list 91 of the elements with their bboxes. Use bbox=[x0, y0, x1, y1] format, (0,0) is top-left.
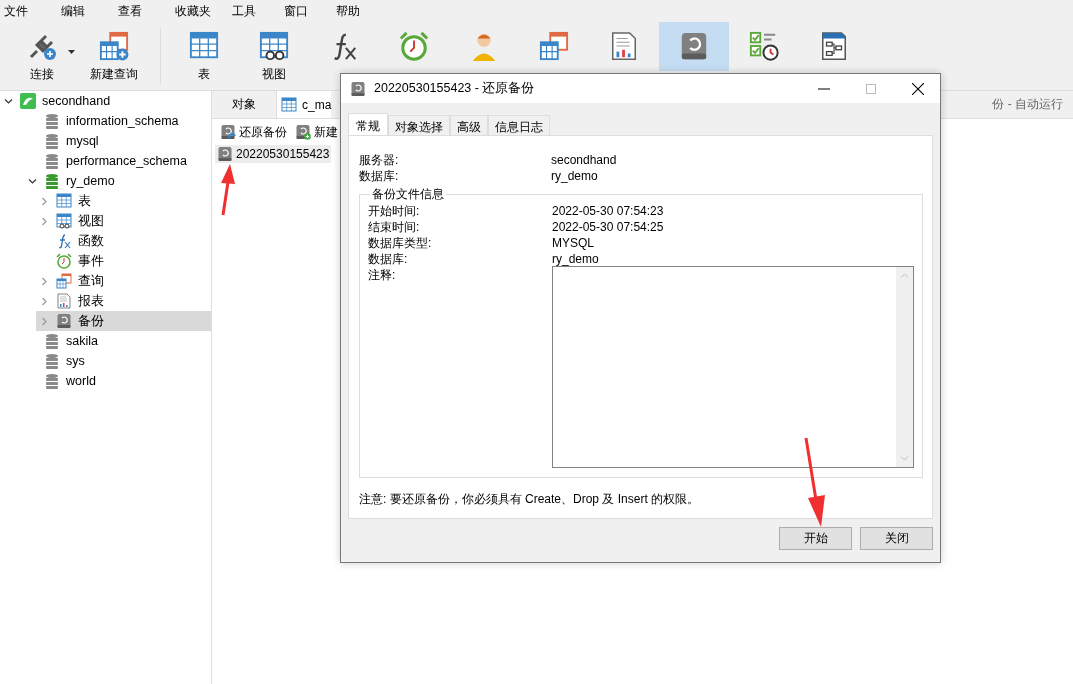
menu-item[interactable]: 窗口 bbox=[284, 2, 336, 20]
connection-icon bbox=[20, 93, 36, 109]
toolbar-button[interactable]: 还原备份 bbox=[218, 123, 289, 141]
field-label: 服务器: bbox=[359, 152, 400, 168]
field-value: ry_demo bbox=[551, 168, 598, 184]
backup-icon bbox=[217, 146, 233, 162]
tree-item[interactable]: secondhand bbox=[0, 91, 211, 111]
dialog-button[interactable]: 开始 bbox=[779, 527, 852, 550]
tab[interactable]: 信息日志 bbox=[488, 115, 550, 135]
database-icon bbox=[44, 373, 60, 389]
tree-item[interactable]: 备份 bbox=[36, 311, 211, 331]
tree-item[interactable]: 事件 bbox=[36, 251, 211, 271]
table-icon bbox=[189, 31, 219, 61]
caret-icon[interactable] bbox=[68, 50, 75, 54]
field-label: 数据库: bbox=[368, 251, 409, 267]
annotation-arrow bbox=[220, 164, 236, 216]
field-value: 2022-05-30 07:54:23 bbox=[552, 203, 664, 219]
close-icon[interactable] bbox=[912, 82, 924, 95]
tab[interactable]: 高级 bbox=[450, 115, 488, 135]
glasses-table-icon bbox=[259, 31, 289, 61]
field-value: secondhand bbox=[551, 152, 617, 168]
report-icon bbox=[609, 31, 639, 61]
backup-file-item[interactable]: 20220530155423 bbox=[215, 145, 332, 163]
menu-item[interactable]: 工具 bbox=[232, 2, 284, 20]
tree-item[interactable]: mysql bbox=[24, 131, 211, 151]
backup-icon bbox=[679, 31, 709, 61]
tree-item[interactable]: 查询 bbox=[36, 271, 211, 291]
toolbar-button[interactable]: 表 bbox=[169, 22, 239, 83]
backup-icon bbox=[350, 80, 366, 97]
tab[interactable]: c_ma bbox=[276, 91, 332, 118]
field-value: ry_demo bbox=[552, 251, 599, 267]
window-title: 20220530155423 - 还原备份 bbox=[374, 80, 535, 97]
alarm-clock-icon bbox=[56, 253, 72, 269]
toolbar-button[interactable]: 新建 bbox=[293, 123, 340, 141]
tab[interactable]: 对象选择 bbox=[388, 115, 450, 135]
database-icon bbox=[44, 153, 60, 169]
tree-item[interactable]: sakila bbox=[24, 331, 211, 351]
query-icon bbox=[56, 273, 72, 289]
tab[interactable]: 常规 bbox=[348, 113, 388, 135]
chevron-down-icon[interactable] bbox=[3, 96, 13, 106]
field-label: 数据库: bbox=[359, 168, 400, 184]
database-icon bbox=[44, 173, 60, 189]
tree-item[interactable]: 视图 bbox=[36, 211, 211, 231]
field-label: 注释: bbox=[368, 267, 397, 284]
tab-title: 份 - 自动运行 bbox=[991, 96, 1063, 113]
field-value: MYSQL bbox=[552, 235, 594, 251]
field-label: 结束时间: bbox=[368, 219, 421, 235]
toolbar-button[interactable] bbox=[659, 22, 729, 71]
database-icon bbox=[44, 113, 60, 129]
comment-field[interactable] bbox=[552, 266, 914, 468]
field-label: 开始时间: bbox=[368, 203, 421, 219]
table-icon bbox=[281, 96, 297, 113]
restore-icon bbox=[220, 124, 236, 140]
field-value: 2022-05-30 07:54:25 bbox=[552, 219, 664, 235]
minimize-icon[interactable] bbox=[818, 87, 830, 90]
checklist-clock-icon bbox=[749, 31, 779, 61]
tree-item[interactable]: 表 bbox=[36, 191, 211, 211]
tree-item[interactable]: performance_schema bbox=[24, 151, 211, 171]
database-icon bbox=[44, 333, 60, 349]
maximize-icon[interactable] bbox=[866, 83, 876, 94]
menu-item[interactable]: 文件 bbox=[4, 2, 61, 20]
field-label: 数据库类型: bbox=[368, 235, 433, 251]
function-icon bbox=[56, 233, 72, 249]
database-icon bbox=[44, 133, 60, 149]
chevron-down-icon[interactable] bbox=[27, 176, 37, 186]
model-icon bbox=[819, 31, 849, 61]
group-title: 备份文件信息 bbox=[371, 186, 445, 203]
dialog-button[interactable]: 关闭 bbox=[860, 527, 933, 550]
alarm-clock-icon bbox=[399, 31, 429, 61]
tree-item[interactable]: sys bbox=[24, 351, 211, 371]
backup-icon bbox=[56, 313, 72, 329]
tree-item[interactable]: information_schema bbox=[24, 111, 211, 131]
tree-item[interactable]: world bbox=[24, 371, 211, 391]
glasses-table-icon bbox=[56, 213, 72, 229]
query-icon bbox=[539, 31, 569, 61]
note-text: 注意: 要还原备份，你必须具有 Create、Drop 及 Insert 的权限。 bbox=[359, 491, 701, 508]
tree-item[interactable]: 报表 bbox=[36, 291, 211, 311]
toolbar-button[interactable]: 新建查询 bbox=[78, 22, 150, 83]
new-backup-icon bbox=[295, 124, 311, 140]
menu-item[interactable]: 帮助 bbox=[336, 2, 388, 20]
toolbar-button[interactable]: 连接 bbox=[6, 22, 78, 83]
menu-item[interactable]: 编辑 bbox=[61, 2, 118, 20]
table-icon bbox=[56, 193, 72, 209]
database-icon bbox=[44, 353, 60, 369]
menu-item[interactable]: 收藏夹 bbox=[175, 2, 232, 20]
report-icon bbox=[56, 293, 72, 309]
tree-item[interactable]: ry_demo bbox=[24, 171, 211, 191]
toolbar-button[interactable]: 视图 bbox=[239, 22, 309, 83]
tree-item[interactable]: 函数 bbox=[36, 231, 211, 251]
menu-item[interactable]: 查看 bbox=[118, 2, 175, 20]
query-icon bbox=[99, 31, 129, 61]
